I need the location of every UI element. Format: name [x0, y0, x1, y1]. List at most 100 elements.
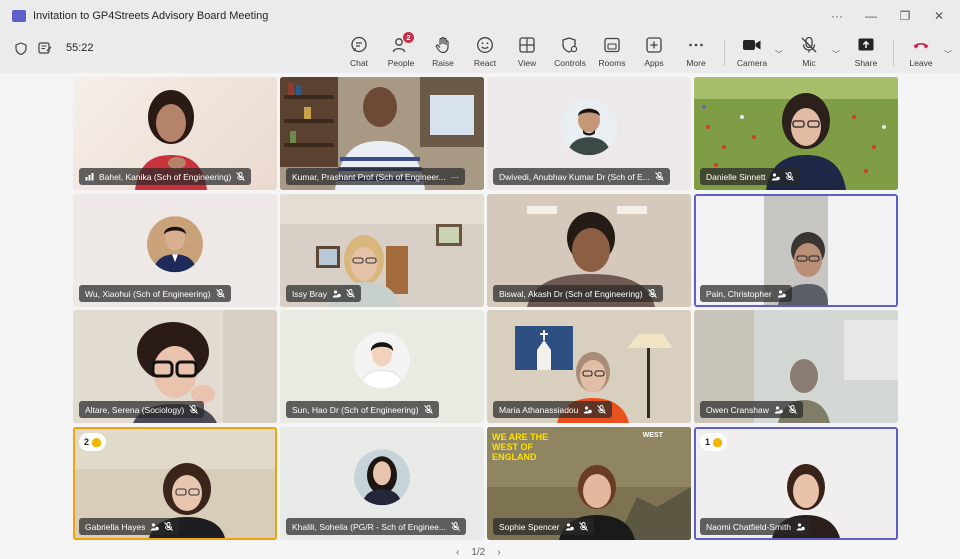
react-button[interactable]: React — [463, 35, 507, 71]
participant-name-tag: Maria Athanassiadou — [493, 401, 613, 418]
participant-name: Dwivedi, Anubhav Kumar Dr (Sch of E... — [499, 171, 650, 182]
chat-icon — [349, 35, 369, 55]
hand-queue-number: 2 — [84, 437, 90, 447]
video-tile[interactable]: Biswal, Akash Dr (Sch of Engineering) — [487, 194, 691, 307]
participant-name-tag: Khalili, Soheila (PG/R - Sch of Enginee.… — [286, 518, 467, 535]
participant-avatar — [354, 331, 410, 388]
participant-name: Wu, Xiaohui (Sch of Engineering) — [85, 288, 211, 299]
video-tile[interactable]: Maria Athanassiadou — [487, 310, 691, 423]
video-tile[interactable]: Issy Bray — [280, 194, 484, 307]
participant-name-tag: Gabriella Hayes — [79, 518, 180, 535]
mic-muted-icon — [423, 405, 433, 414]
participant-name: Gabriella Hayes — [85, 521, 146, 532]
rooms-button[interactable]: Rooms — [590, 35, 634, 71]
people-icon: 2 — [391, 32, 414, 55]
rooms-label: Rooms — [598, 58, 626, 68]
hang-up-icon — [911, 35, 931, 55]
video-tile-hand-raised[interactable]: 1 Naomi Chatfield-Smith — [694, 427, 898, 540]
mic-muted-icon — [346, 289, 355, 298]
video-tile-hand-raised[interactable]: 2 Gabriella Hayes — [73, 427, 277, 540]
title-bar: Invitation to GP4Streets Advisory Board … — [0, 0, 960, 31]
organisation-logo: WEST — [642, 432, 663, 439]
video-tile[interactable]: Wu, Xiaohui (Sch of Engineering) — [73, 194, 277, 307]
video-tile[interactable]: Khalili, Soheila (PG/R - Sch of Enginee.… — [280, 427, 484, 540]
mic-muted-icon — [654, 172, 664, 181]
camera-button[interactable]: Camera — [730, 35, 774, 71]
video-tile[interactable]: Owen Cranshaw — [694, 310, 898, 423]
controls-label: Controls — [554, 58, 586, 68]
apps-button[interactable]: Apps — [632, 35, 676, 71]
guest-badge-icon — [777, 290, 786, 298]
video-tile[interactable]: Dwivedi, Anubhav Kumar Dr (Sch of E... — [487, 77, 691, 190]
mic-options-chevron-icon[interactable]: ﹀ — [832, 49, 840, 60]
guest-badge-icon — [151, 523, 160, 531]
view-label: View — [517, 58, 537, 68]
teams-logo-icon — [12, 9, 26, 22]
camera-options-chevron-icon[interactable]: ﹀ — [775, 49, 783, 60]
participant-name-tag: Wu, Xiaohui (Sch of Engineering) — [79, 285, 231, 302]
participant-name: Khalili, Soheila (PG/R - Sch of Enginee.… — [292, 521, 447, 532]
controls-button[interactable]: Controls — [548, 35, 592, 71]
mic-muted-icon — [597, 405, 607, 414]
raise-hand-button[interactable]: Raise — [421, 35, 465, 71]
share-label: Share — [854, 58, 878, 68]
mic-muted-icon — [215, 289, 225, 298]
video-tile[interactable]: Danielle Sinnett — [694, 77, 898, 190]
participant-more-options[interactable]: ··· — [451, 172, 460, 182]
rooms-icon — [602, 35, 622, 55]
chat-button[interactable]: Chat — [337, 35, 381, 71]
leave-button[interactable]: Leave — [899, 35, 943, 71]
view-button[interactable]: View — [505, 35, 549, 71]
participant-name: Biswal, Akash Dr (Sch of Engineering) — [499, 288, 643, 299]
window-more-button[interactable]: ··· — [820, 0, 854, 31]
notes-icon[interactable] — [38, 41, 52, 55]
video-tile[interactable]: Sun, Hao Dr (Sch of Engineering) — [280, 310, 484, 423]
mic-muted-icon — [451, 522, 460, 531]
participant-name-tag: Issy Bray — [286, 285, 361, 302]
mic-button[interactable]: Mic — [787, 35, 831, 71]
raise-label: Raise — [432, 58, 454, 68]
video-tile[interactable]: Bahel, Kanika (Sch of Engineering) — [73, 77, 277, 190]
participant-name-tag: Sophie Spencer — [493, 518, 594, 535]
leave-options-chevron-icon[interactable]: ﹀ — [944, 49, 952, 60]
participant-avatar — [354, 448, 410, 505]
window-title: Invitation to GP4Streets Advisory Board … — [33, 9, 269, 22]
participant-name: Naomi Chatfield-Smith — [706, 521, 792, 532]
guest-badge-icon — [584, 406, 593, 414]
video-banner-text: WE ARE THE WEST OF ENGLAND — [492, 432, 549, 462]
raised-hand-indicator: 1 — [700, 433, 728, 451]
grid-view-icon — [517, 35, 537, 55]
signal-bars-icon — [85, 173, 94, 181]
participant-name: Sun, Hao Dr (Sch of Engineering) — [292, 404, 419, 415]
mic-muted-icon — [164, 522, 174, 531]
ellipsis-icon — [686, 35, 706, 55]
video-tile[interactable]: Altare, Serena (Sociology) — [73, 310, 277, 423]
chat-label: Chat — [350, 58, 368, 68]
shield-icon[interactable] — [14, 41, 28, 55]
raised-hand-icon — [713, 437, 723, 447]
people-button[interactable]: 2 People — [379, 32, 423, 71]
window-controls: ··· — ❐ ✕ — [820, 0, 956, 31]
video-tile[interactable]: WE ARE THE WEST OF ENGLAND WEST Sophie S… — [487, 427, 691, 540]
restore-button[interactable]: ❐ — [888, 0, 922, 31]
previous-page-button[interactable]: ‹ — [456, 547, 459, 558]
next-page-button[interactable]: › — [497, 547, 500, 558]
participant-name-tag: Sun, Hao Dr (Sch of Engineering) — [286, 401, 439, 418]
minimize-button[interactable]: — — [854, 0, 888, 31]
participant-name-tag: Bahel, Kanika (Sch of Engineering) — [79, 168, 252, 185]
plus-box-icon — [644, 35, 664, 55]
participant-name-tag: Altare, Serena (Sociology) — [79, 401, 205, 418]
video-tile-speaking[interactable]: Pain, Christopher — [694, 194, 898, 307]
participant-name: Altare, Serena (Sociology) — [85, 404, 185, 415]
gallery-pager: ‹ 1/2 › — [456, 547, 501, 558]
participant-name: Sophie Spencer — [499, 521, 560, 532]
mic-muted-icon — [787, 405, 797, 414]
mic-off-icon — [799, 35, 819, 55]
participant-name: Issy Bray — [292, 288, 327, 299]
meeting-timer: 55:22 — [66, 42, 94, 54]
video-tile[interactable]: Kumar, Prashant Prof (Sch of Engineer...… — [280, 77, 484, 190]
share-button[interactable]: Share — [844, 35, 888, 71]
close-button[interactable]: ✕ — [922, 0, 956, 31]
more-button[interactable]: More — [674, 35, 718, 71]
participant-name-tag: Naomi Chatfield-Smith — [700, 518, 812, 535]
